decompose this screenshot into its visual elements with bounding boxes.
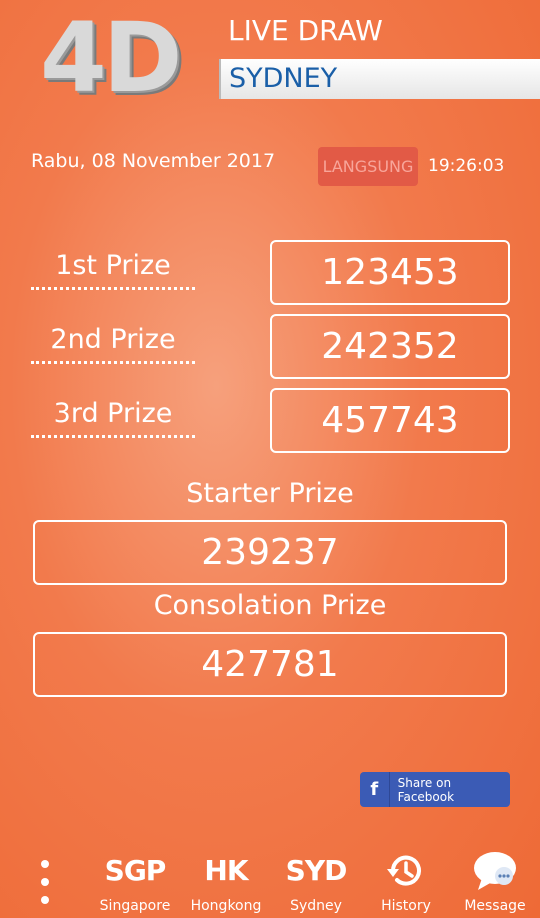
city-name: SYDNEY: [229, 63, 338, 94]
nav-item-sydney[interactable]: SYD Sydney: [276, 850, 356, 914]
nav-label-message: Message: [464, 898, 526, 914]
nav-label-singapore: Singapore: [99, 898, 171, 914]
starter-prize-title: Starter Prize: [186, 478, 354, 509]
share-facebook-label: Share on Facebook: [397, 775, 455, 804]
draw-time: 19:26:03: [428, 156, 505, 176]
nav-label-hongkong: Hongkong: [190, 898, 262, 914]
first-prize-label: 1st Prize: [31, 250, 195, 290]
third-prize-label: 3rd Prize: [31, 398, 195, 438]
sydney-syd-icon: SYD: [285, 854, 348, 887]
nav-item-singapore[interactable]: SGP Singapore: [95, 850, 175, 914]
city-bar: SYDNEY: [219, 59, 540, 99]
second-prize-label: 2nd Prize: [31, 324, 195, 364]
consolation-prize-number: 427781: [33, 632, 507, 697]
consolation-prize-title: Consolation Prize: [153, 590, 387, 621]
singapore-sgp-icon: SGP: [104, 854, 167, 887]
share-facebook-button[interactable]: f Share on Facebook: [360, 772, 510, 807]
more-vertical-icon[interactable]: [36, 860, 54, 904]
second-prize-number: 242352: [270, 314, 510, 379]
chat-bubble-icon: [455, 850, 535, 892]
live-draw-title: LIVE DRAW: [228, 14, 383, 47]
nav-item-message[interactable]: Message: [455, 850, 535, 914]
first-prize-number: 123453: [270, 240, 510, 305]
nav-item-hongkong[interactable]: HK Hongkong: [186, 850, 266, 914]
live-status-badge: LANGSUNG: [318, 147, 418, 186]
nav-label-sydney: Sydney: [290, 898, 342, 914]
starter-prize-number: 239237: [33, 520, 507, 585]
app-logo: 4D: [40, 2, 182, 114]
history-icon: [366, 850, 446, 892]
facebook-icon: f: [360, 772, 390, 807]
hongkong-hk-icon: HK: [204, 854, 248, 887]
nav-item-history[interactable]: History: [366, 850, 446, 914]
nav-label-history: History: [381, 898, 431, 914]
third-prize-number: 457743: [270, 388, 510, 453]
draw-date: Rabu, 08 November 2017: [31, 150, 276, 172]
bottom-navigation: SGP Singapore HK Hongkong SYD Sydney His…: [0, 840, 540, 918]
